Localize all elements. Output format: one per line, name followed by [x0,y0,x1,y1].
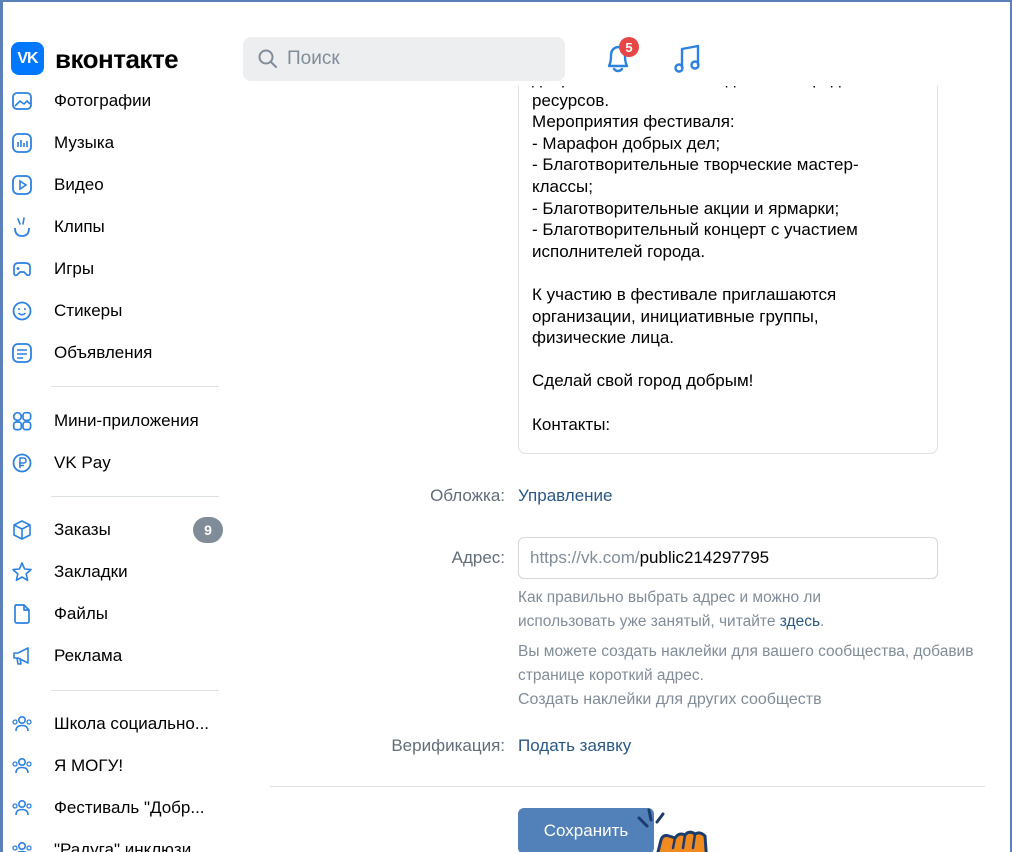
sidebar-item-vk-pay[interactable]: VK Pay [3,446,235,480]
music-player-icon[interactable] [673,40,703,76]
games-icon [13,262,31,277]
mini-apps-icon [12,411,32,431]
top-bar: VK вконтакте Поиск 5 [3,2,1010,86]
community-icon [12,757,32,774]
community-icon [12,799,32,816]
music-icon [12,133,32,153]
vk-logo-icon[interactable]: VK [11,42,44,75]
sidebar-item-mini-apps[interactable]: Мини-приложения [3,404,235,438]
address-label: Адрес: [451,548,505,567]
stickers-icon [12,301,32,321]
logo-text[interactable]: вконтакте [55,44,179,75]
sidebar-item-label: Клипы [54,217,105,236]
verification-apply-link[interactable]: Подать заявку [518,736,631,756]
address-value: public214297795 [639,548,770,567]
vkpay-icon [12,453,32,473]
sidebar-item-games[interactable]: Игры [3,252,235,286]
address-hint: Как правильно выбрать адрес и можно ли и… [518,586,878,634]
sidebar-item-label: Фестиваль "Добр... [54,798,205,817]
orders-count-badge: 9 [193,517,223,543]
sidebar-item-label: "Радуга" инклюзи... [54,840,206,852]
sidebar-item-label: Я МОГУ! [54,756,124,775]
sidebar-item-video[interactable]: Видео [3,168,235,202]
vk-page: VK вконтакте Поиск 5 Фотографии Музыка В… [0,0,1012,852]
sidebar-item-label: Файлы [54,604,109,623]
sidebar-item-label: Музыка [54,133,115,152]
sidebar-item-orders[interactable]: Заказы 9 [3,513,235,547]
sidebar-item-label: Видео [54,175,104,194]
bookmarks-icon [12,562,32,582]
description-textarea[interactable]: добровольчество и объединение городских … [518,76,938,454]
community-icon [12,715,32,732]
create-stickers-link[interactable]: Создать наклейки для других сообществ [518,688,988,712]
sidebar-item-group-raduga[interactable]: "Радуга" инклюзи... [3,833,235,852]
search-placeholder: Поиск [287,48,340,69]
sidebar-item-bookmarks[interactable]: Закладки [3,555,235,589]
address-prefix: https://vk.com/ [530,548,640,567]
search-icon [258,49,277,68]
sidebar-item-clips[interactable]: Клипы [3,210,235,244]
video-icon [12,175,32,195]
sidebar-item-label: Игры [54,259,95,278]
click-pointer-hand-icon [637,808,708,852]
sidebar-item-label: Заказы [54,520,111,539]
address-hint-text: Как правильно выбрать адрес и можно ли и… [518,589,822,630]
files-icon [14,604,30,624]
sidebar-divider [51,690,219,691]
community-icon [12,841,32,852]
sidebar-item-label: Мини-приложения [54,411,199,430]
cover-label: Обложка: [430,486,505,505]
sidebar-divider [51,386,219,387]
sidebar-item-label: Стикеры [54,301,123,320]
sidebar-item-advertising[interactable]: Реклама [3,639,235,673]
sidebar-item-group-school[interactable]: Школа социально... [3,707,235,741]
sidebar-item-label: Закладки [54,562,128,581]
address-hint-end: . [820,613,825,630]
ads-icon [12,343,32,363]
photo-icon [12,92,32,110]
orders-icon [13,520,31,540]
sidebar-divider [51,496,219,497]
address-hint-link[interactable]: здесь [780,613,820,630]
stickers-hint: Вы можете создать наклейки для вашего со… [518,643,974,684]
community-settings-form: добровольчество и объединение городских … [235,76,1010,852]
sidebar-item-group-festival[interactable]: Фестиваль "Добр... [3,791,235,825]
notifications-badge: 5 [619,37,639,57]
clips-icon [14,217,30,237]
address-field[interactable]: https://vk.com/public214297795 [518,537,938,579]
sidebar-item-music[interactable]: Музыка [3,126,235,160]
sidebar-item-label: Школа социально... [54,714,210,733]
sidebar-item-photos[interactable]: Фотографии [3,84,235,118]
cover-manage-link[interactable]: Управление [518,486,613,506]
search-input[interactable]: Поиск [243,37,565,81]
sidebar-item-label: Реклама [54,646,123,665]
sidebar-item-stickers[interactable]: Стикеры [3,294,235,328]
sidebar-item-label: Объявления [54,343,153,362]
sidebar-item-label: Фотографии [54,91,152,110]
sidebar-item-label: VK Pay [54,453,111,472]
description-text: добровольчество и объединение городских … [532,76,875,434]
sidebar-item-files[interactable]: Файлы [3,597,235,631]
sidebar-item-group-ya-mogu[interactable]: Я МОГУ! [3,749,235,783]
left-sidebar: Фотографии Музыка Видео Клипы Игры Стике… [3,86,235,852]
advertising-icon [13,647,29,665]
form-divider [270,786,985,787]
verification-label: Верификация: [391,736,505,755]
sidebar-item-classifieds[interactable]: Объявления [3,336,235,370]
